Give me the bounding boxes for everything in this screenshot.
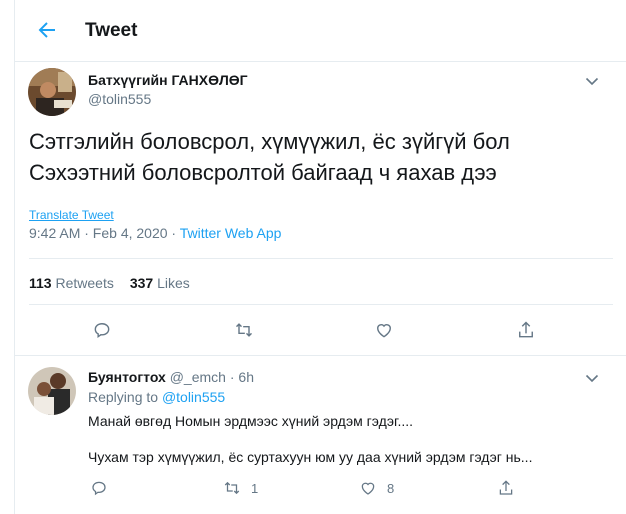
reply-text-line: Чухам тэр хүмүүжил, ёс суртахуун юм уу д…: [88, 449, 533, 465]
avatar-image: [28, 367, 76, 415]
reply-reply-button[interactable]: [90, 478, 108, 498]
retweet-button[interactable]: [234, 320, 256, 342]
reply-header: Буянтогтох @_emch · 6h: [88, 369, 254, 385]
author-avatar[interactable]: [28, 68, 76, 116]
share-button[interactable]: [516, 320, 538, 342]
reply-retweet-button[interactable]: 1: [223, 478, 258, 498]
replying-to: Replying to @tolin555: [88, 389, 225, 405]
tweet-menu-button[interactable]: [583, 72, 601, 90]
retweet-icon: [224, 481, 240, 495]
author-name[interactable]: Батхүүгийн ГАНХӨЛӨГ: [88, 72, 248, 88]
page-title: Tweet: [85, 20, 138, 41]
heart-icon: [377, 324, 391, 338]
tweet-timestamp[interactable]: 9:42 AM · Feb 4, 2020 ·: [29, 225, 180, 241]
avatar-image: [28, 68, 76, 116]
likes-label: Likes: [157, 275, 190, 291]
retweets-label: Retweets: [55, 275, 114, 291]
share-icon: [499, 480, 513, 495]
reply-like-button[interactable]: 8: [359, 478, 394, 498]
reply-time[interactable]: 6h: [238, 369, 254, 385]
heart-icon: [361, 482, 375, 495]
reply-separator: ·: [229, 369, 235, 385]
divider: [29, 258, 613, 259]
likes-stat[interactable]: 337 Likes: [130, 275, 190, 291]
page-header: Tweet: [15, 0, 626, 62]
divider: [15, 355, 626, 356]
likes-count: 337: [129, 275, 154, 291]
tweet-column: Tweet Батхүүгийн ГАНХӨЛӨГ @tolin555 Сэтг…: [14, 0, 626, 514]
replying-handle-link[interactable]: @tolin555: [162, 389, 225, 405]
retweet-icon: [235, 323, 253, 337]
tweet-text-line: Сэтгэлийн боловсрол, хүмүүжил, ёс зүйгүй…: [29, 129, 510, 154]
back-button[interactable]: [35, 18, 59, 42]
replying-prefix: Replying to: [88, 389, 159, 405]
retweets-count: 113: [29, 275, 52, 291]
retweets-stat[interactable]: 113 Retweets: [29, 275, 114, 291]
chevron-down-icon: [585, 77, 599, 86]
reply-menu-button[interactable]: [583, 369, 601, 387]
chevron-down-icon: [585, 374, 599, 383]
tweet-stats: 113 Retweets 337 Likes: [29, 275, 206, 291]
like-button[interactable]: [374, 320, 396, 342]
tweet-text: Сэтгэлийн боловсрол, хүмүүжил, ёс зүйгүй…: [29, 126, 609, 188]
reply-text-line: Манай өвгөд Номын эрдмээс хүний эрдэм гэ…: [88, 413, 414, 429]
translate-tweet-link[interactable]: Translate Tweet: [29, 208, 114, 222]
author-handle[interactable]: @tolin555: [88, 91, 151, 107]
reply-icon: [94, 323, 110, 339]
reply-like-count: 8: [387, 480, 395, 496]
reply-icon: [92, 481, 106, 496]
share-icon: [519, 321, 533, 338]
divider: [29, 304, 613, 305]
reply-author-avatar[interactable]: [28, 367, 76, 415]
reply-share-button[interactable]: [497, 478, 515, 498]
reply-author-handle[interactable]: @_emch: [170, 369, 226, 385]
reply-author-name[interactable]: Буянтогтох: [88, 369, 166, 385]
reply-button[interactable]: [92, 320, 114, 342]
tweet-text-line: Сэхээтний боловсролтой байгаад ч яахав д…: [29, 160, 497, 185]
back-arrow-icon: [38, 22, 55, 38]
tweet-source-link[interactable]: Twitter Web App: [180, 225, 282, 241]
reply-retweet-count: 1: [251, 480, 259, 496]
tweet-meta: 9:42 AM · Feb 4, 2020 · Twitter Web App: [29, 225, 281, 241]
